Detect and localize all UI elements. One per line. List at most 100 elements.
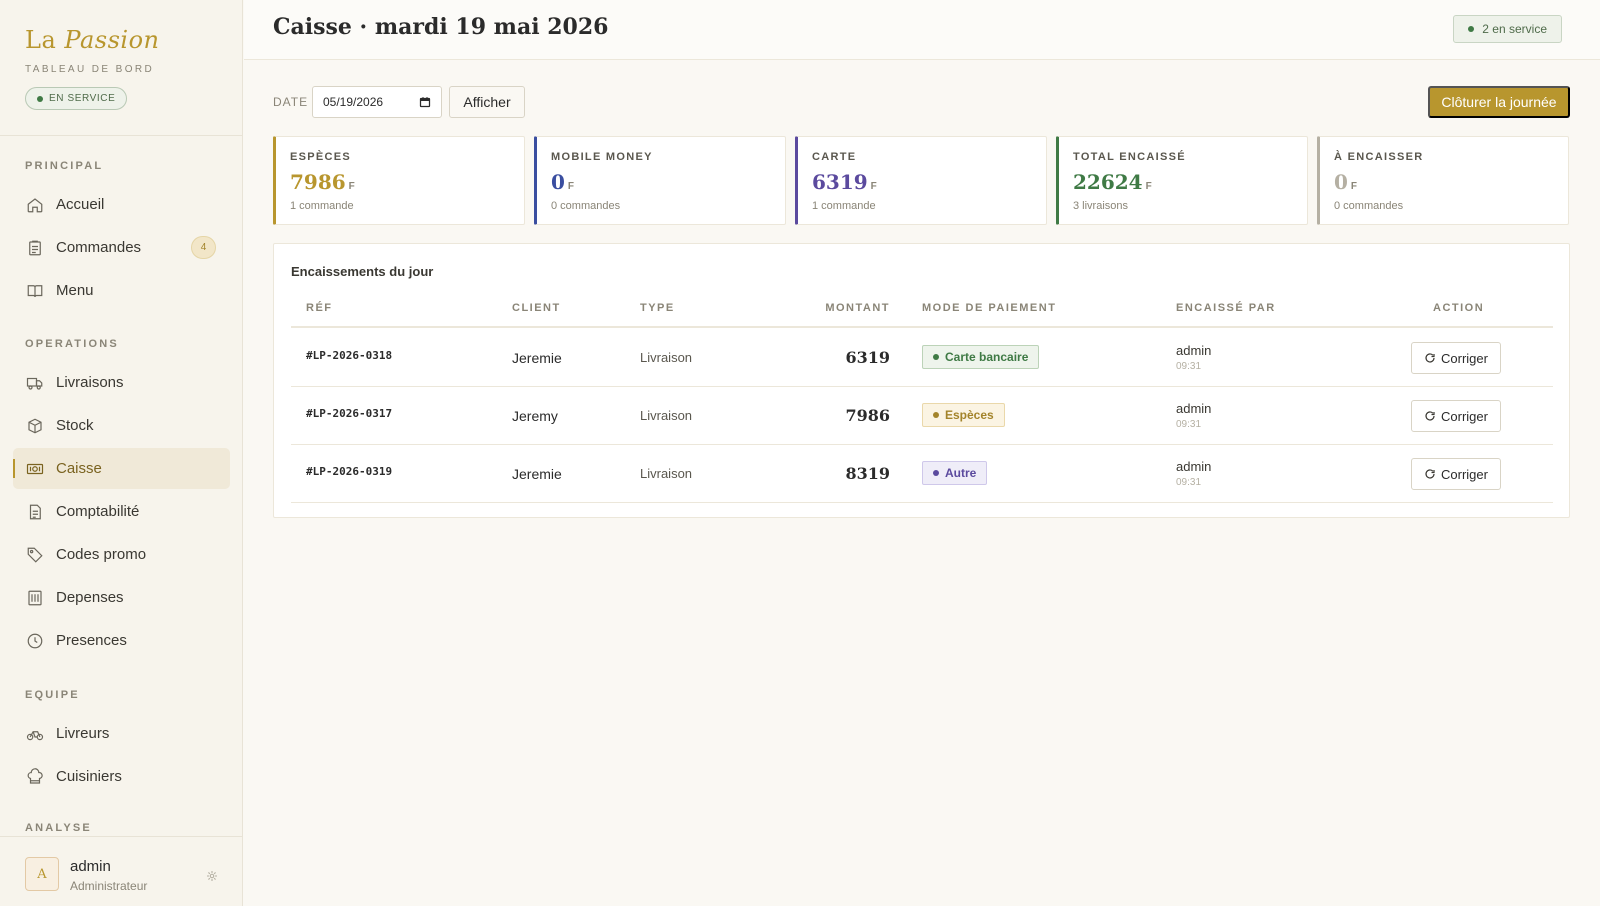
sidebar-item-codes-promo[interactable]: Codes promo	[13, 534, 230, 575]
clipboard-icon	[26, 239, 44, 257]
sidebar-item-comptabilite[interactable]: Comptabilité	[13, 491, 230, 532]
sidebar-item-livraisons[interactable]: Livraisons	[13, 362, 230, 403]
column-header-amount: MONTANT	[825, 302, 890, 314]
section-label-principal: PRINCIPAL	[25, 160, 104, 172]
user-name: admin	[70, 858, 111, 875]
order-amount: 6319	[845, 348, 890, 367]
column-header-action: ACTION	[1433, 302, 1485, 314]
cashier-name: admin	[1176, 459, 1212, 474]
card-label: CARTE	[812, 151, 857, 163]
currency-unit: F	[348, 181, 355, 192]
avatar[interactable]: A	[25, 857, 59, 891]
column-header-client: CLIENT	[512, 302, 561, 314]
sidebar-item-presences[interactable]: Presences	[13, 620, 230, 661]
sidebar-item-label: Presences	[56, 632, 127, 649]
refresh-icon	[1424, 410, 1436, 422]
sidebar-item-commandes[interactable]: Commandes 4	[13, 227, 230, 268]
table-row: #LP-2026-0319 Jeremie Livraison 8319 Autre ad…	[291, 445, 1553, 503]
sidebar-item-label: Menu	[56, 282, 94, 299]
card-label: MOBILE MONEY	[551, 151, 653, 163]
card-label: À ENCAISSER	[1334, 151, 1424, 163]
sidebar-item-label: Codes promo	[56, 546, 147, 563]
truck-icon	[26, 374, 44, 392]
sidebar-item-caisse[interactable]: Caisse	[13, 448, 230, 489]
summary-card: CARTE 6319 F 1 commande	[795, 136, 1047, 225]
service-status-text: EN SERVICE	[49, 93, 116, 104]
card-amount: 0	[1334, 170, 1348, 194]
sidebar-item-accueil[interactable]: Accueil	[13, 184, 230, 225]
sidebar-item-stock[interactable]: Stock	[13, 405, 230, 446]
card-value: 0F	[1334, 170, 1357, 194]
currency-unit: F	[567, 181, 575, 192]
page-header: Caisse · mardi 19 mai 2026 2 en service	[244, 0, 1600, 60]
status-dot-icon	[37, 95, 43, 102]
page-title: Caisse · mardi 19 mai 2026	[273, 14, 609, 40]
payment-badge: Espèces	[922, 403, 1005, 427]
card-subtitle: 3 livraisons	[1073, 200, 1129, 212]
gear-icon[interactable]	[206, 869, 218, 881]
card-amount: 7986	[290, 170, 346, 194]
card-subtitle: 0 commandes	[551, 200, 621, 212]
panel-title: Encaissements du jour	[291, 264, 434, 279]
column-header-payment: MODE DE PAIEMENT	[922, 302, 1057, 314]
currency-unit: F	[1145, 181, 1152, 192]
date-input[interactable]: 05/19/2026	[312, 86, 442, 118]
correct-label: Corriger	[1441, 350, 1488, 366]
book-icon	[26, 282, 44, 300]
payment-dot-icon	[933, 354, 939, 360]
table-row: #LP-2026-0318 Jeremie Livraison 6319 Carte b…	[291, 329, 1553, 387]
cashier-name: admin	[1176, 401, 1212, 416]
show-button[interactable]: Afficher	[449, 86, 525, 118]
column-header-by: ENCAISSÉ PAR	[1176, 302, 1276, 314]
user-role: Administrateur	[70, 879, 148, 893]
card-value: 6319 F	[812, 170, 877, 194]
currency-unit: F	[870, 181, 877, 192]
status-dot-icon	[1468, 26, 1475, 32]
divider	[0, 135, 242, 136]
order-type: Livraison	[640, 408, 693, 423]
brand-logo[interactable]: La Passion	[25, 26, 159, 54]
commandes-count-badge: 4	[191, 236, 216, 259]
sidebar-item-menu[interactable]: Menu	[13, 270, 230, 311]
brand-subtitle: TABLEAU DE BORD	[25, 64, 155, 75]
sidebar-item-label: Accueil	[56, 196, 105, 213]
sidebar-item-label: Depenses	[56, 589, 124, 606]
cashier-time: 09:31	[1176, 419, 1202, 430]
cash-icon	[26, 460, 44, 478]
close-day-button[interactable]: Clôturer la journée	[1428, 86, 1570, 118]
correct-button[interactable]: Corriger	[1411, 342, 1501, 374]
card-label: TOTAL ENCAISSÉ	[1073, 151, 1186, 163]
client-name: Jeremie	[512, 350, 562, 366]
client-name: Jeremy	[512, 408, 558, 424]
card-value: 0F	[551, 170, 574, 194]
correct-label: Corriger	[1441, 466, 1488, 482]
currency-unit: F	[1350, 181, 1358, 192]
sidebar-item-cuisiniers[interactable]: Cuisiniers	[13, 756, 230, 797]
card-subtitle: 0 commandes	[1334, 200, 1404, 212]
section-label-equipe: EQUIPE	[25, 689, 80, 701]
divider	[291, 326, 1553, 328]
cashier-name: admin	[1176, 343, 1212, 358]
order-ref[interactable]: #LP-2026-0319	[306, 465, 392, 478]
order-type: Livraison	[640, 350, 693, 365]
order-amount: 8319	[845, 464, 890, 483]
cashier-time: 09:31	[1176, 361, 1202, 372]
correct-button[interactable]: Corriger	[1411, 458, 1501, 490]
sidebar-item-livreurs[interactable]: Livreurs	[13, 713, 230, 754]
correct-button[interactable]: Corriger	[1411, 400, 1501, 432]
sidebar-item-depenses[interactable]: Depenses	[13, 577, 230, 618]
service-count-text: 2 en service	[1482, 22, 1547, 36]
chef-hat-icon	[26, 767, 44, 786]
cashier-time: 09:31	[1176, 477, 1202, 488]
section-label-operations: OPERATIONS	[25, 338, 119, 350]
correct-label: Corriger	[1441, 408, 1488, 424]
order-ref[interactable]: #LP-2026-0317	[306, 407, 392, 420]
date-label: DATE	[273, 95, 309, 109]
column-header-type: TYPE	[640, 302, 675, 314]
payment-label: Carte bancaire	[945, 350, 1029, 364]
payment-badge: Autre	[922, 461, 988, 485]
divider	[0, 836, 242, 837]
order-ref[interactable]: #LP-2026-0318	[306, 349, 392, 362]
column-header-ref: RÉF	[306, 302, 333, 314]
calendar-icon[interactable]	[419, 96, 431, 108]
